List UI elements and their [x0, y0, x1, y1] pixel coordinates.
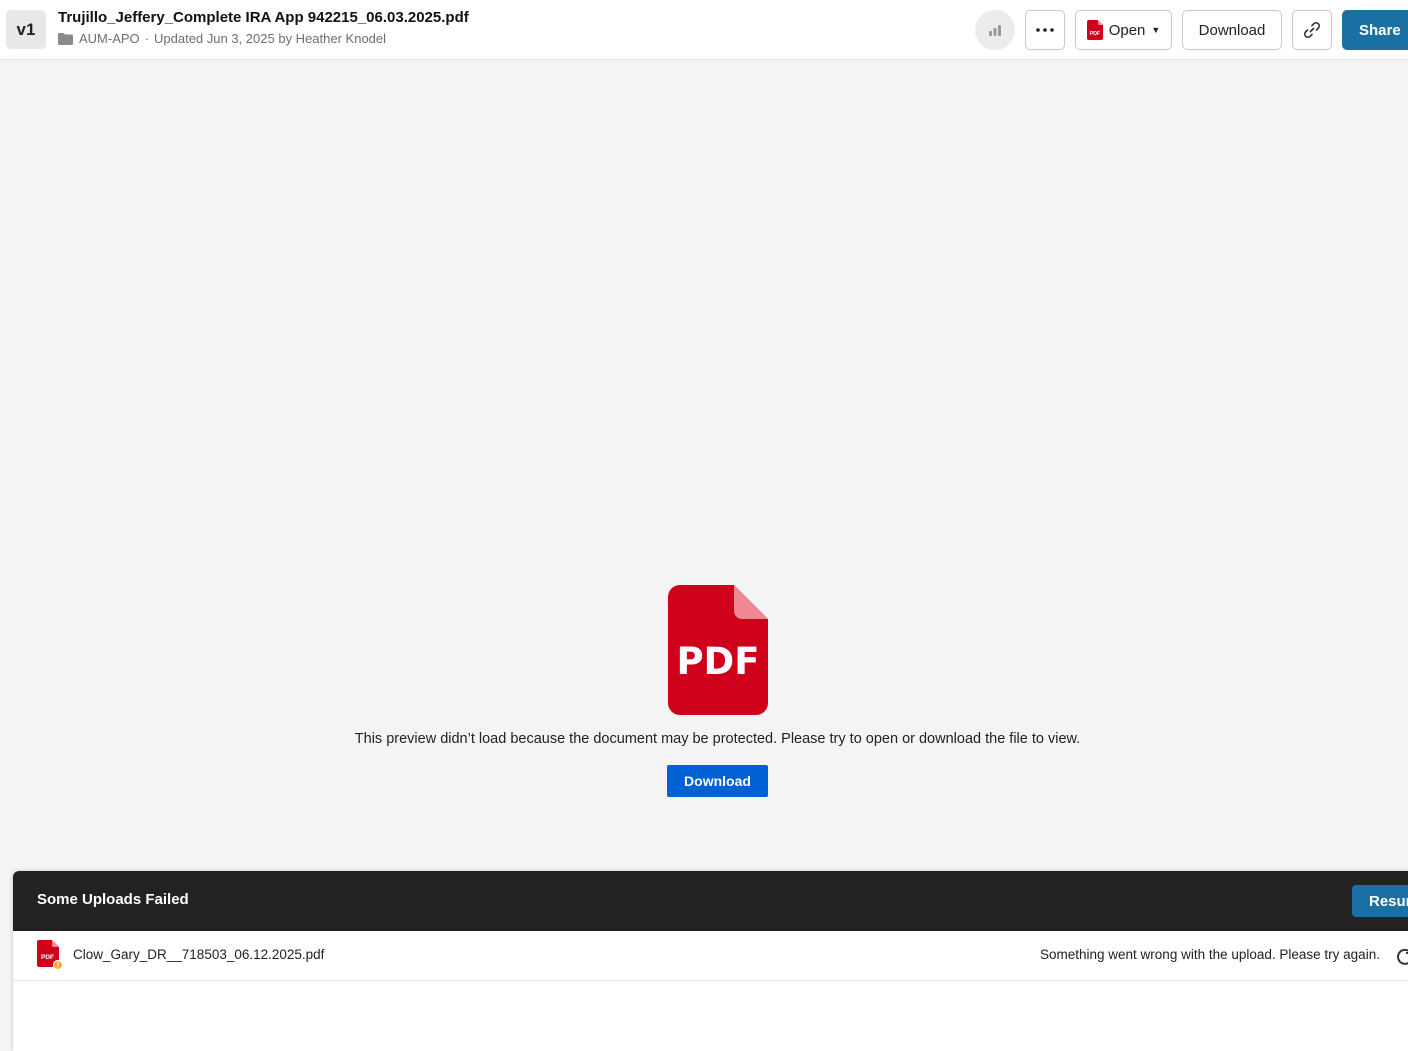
meta-separator: ·	[144, 31, 150, 46]
upload-panel-title: Some Uploads Failed	[37, 891, 189, 908]
open-button[interactable]: PDF Open ▼	[1075, 10, 1172, 50]
link-icon	[1304, 22, 1320, 38]
more-icon	[1036, 28, 1054, 32]
upload-error-message: Something went wrong with the upload. Pl…	[1040, 947, 1380, 962]
stats-button[interactable]	[975, 10, 1015, 50]
svg-text:PDF: PDF	[1090, 31, 1100, 37]
resume-button[interactable]: Resume	[1352, 885, 1408, 917]
preview-error-message: This preview didn’t load because the doc…	[354, 731, 1081, 747]
upload-item: PDF Clow_Gary_DR__718503_06.12.2025.pdf …	[13, 931, 1408, 981]
upload-file-name: Clow_Gary_DR__718503_06.12.2025.pdf	[73, 947, 325, 962]
open-label: Open	[1108, 21, 1146, 39]
more-options-button[interactable]	[1025, 10, 1065, 50]
download-button[interactable]: Download	[1182, 10, 1282, 50]
header: v1 Trujillo_Jeffery_Complete IRA App 942…	[0, 0, 1408, 60]
folder-link[interactable]: AUM-APO	[79, 31, 140, 46]
upload-panel-header[interactable]: Some Uploads Failed Resume	[13, 871, 1408, 931]
file-title: Trujillo_Jeffery_Complete IRA App 942215…	[58, 9, 469, 26]
version-badge[interactable]: v1	[6, 10, 46, 49]
retry-icon[interactable]	[1396, 947, 1408, 965]
file-meta: AUM-APO · Updated Jun 3, 2025 by Heather…	[58, 31, 386, 46]
share-button[interactable]: Share	[1342, 10, 1408, 50]
preview-download-button[interactable]: Download	[667, 765, 768, 797]
chevron-down-icon: ▼	[1151, 25, 1161, 35]
folder-icon	[58, 32, 73, 45]
updated-text: Updated Jun 3, 2025 by Heather Knodel	[154, 31, 387, 46]
copy-link-button[interactable]	[1292, 10, 1332, 50]
pdf-icon: PDF	[668, 585, 768, 715]
pdf-icon-label: PDF	[676, 640, 759, 683]
pdf-icon: PDF	[1086, 20, 1103, 40]
pdf-warning-icon: PDF	[37, 940, 63, 970]
file-icon-label: PDF	[41, 954, 54, 961]
stats-icon	[989, 25, 1001, 36]
upload-panel: Some Uploads Failed Resume PDF Clow_Gary…	[13, 871, 1408, 1051]
